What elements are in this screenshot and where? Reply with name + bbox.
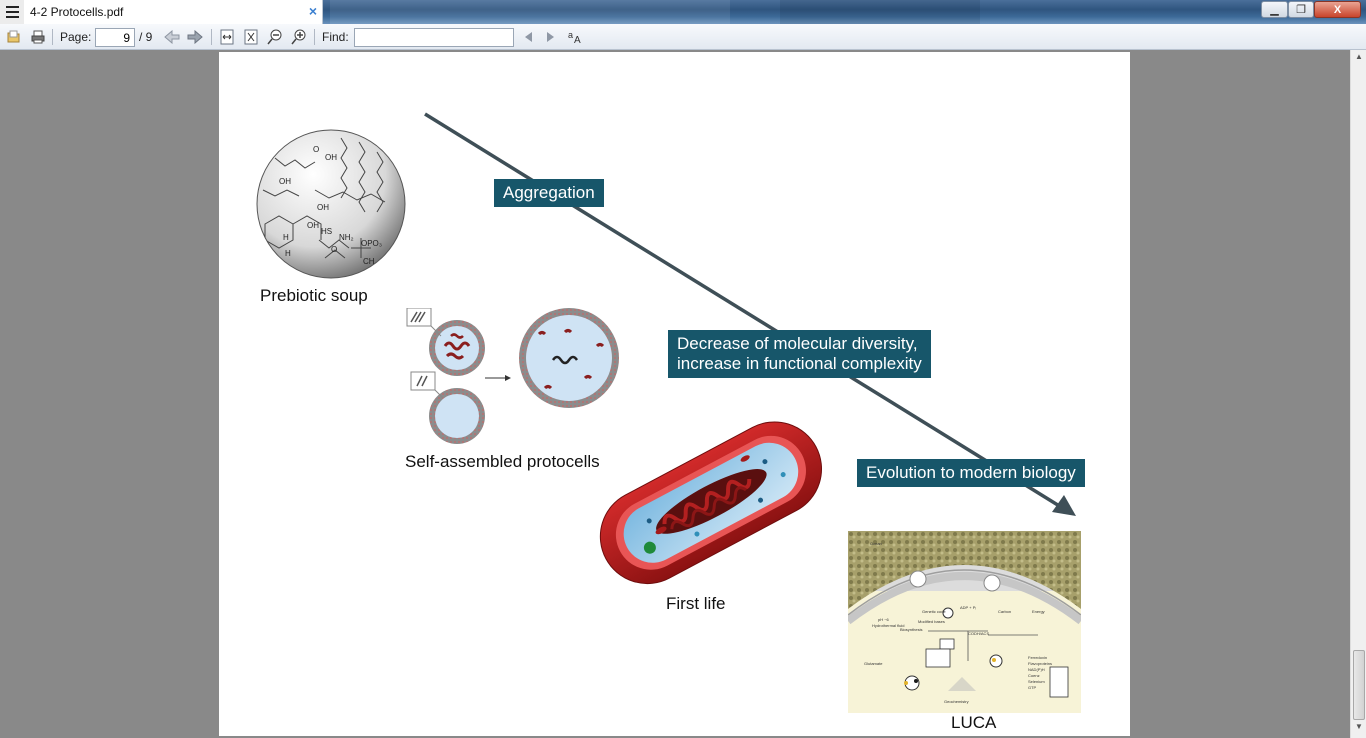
match-case-icon[interactable]: aA bbox=[566, 28, 584, 46]
callout-evolution-text: Evolution to modern biology bbox=[866, 463, 1076, 482]
scroll-up-icon[interactable]: ▲ bbox=[1351, 52, 1366, 66]
first-life-cell bbox=[599, 421, 823, 585]
svg-text:H: H bbox=[285, 249, 291, 258]
svg-text:A: A bbox=[574, 35, 581, 45]
svg-text:Coenz: Coenz bbox=[1028, 673, 1040, 678]
zoom-out-icon[interactable] bbox=[266, 28, 284, 46]
next-page-icon[interactable] bbox=[186, 28, 204, 46]
svg-text:pH ~6: pH ~6 bbox=[878, 617, 890, 622]
svg-text:Carbon: Carbon bbox=[998, 609, 1011, 614]
tab-title: 4-2 Protocells.pdf bbox=[30, 5, 124, 19]
scroll-down-icon[interactable]: ▼ bbox=[1351, 722, 1366, 736]
fit-width-icon[interactable] bbox=[218, 28, 236, 46]
svg-text:OH: OH bbox=[307, 221, 319, 230]
scroll-thumb[interactable] bbox=[1353, 650, 1365, 720]
luca-diagram: Ocean pH ~6 Hydrothermal fluid Genetic c… bbox=[848, 531, 1081, 713]
callout-diversity: Decrease of molecular diversity, increas… bbox=[668, 330, 931, 378]
callout-aggregation-text: Aggregation bbox=[503, 183, 595, 202]
print-icon[interactable] bbox=[28, 28, 48, 46]
callout-aggregation: Aggregation bbox=[494, 179, 604, 207]
zoom-in-icon[interactable] bbox=[290, 28, 308, 46]
minimize-button[interactable]: ▁ bbox=[1261, 1, 1288, 18]
svg-text:Flavoproteins: Flavoproteins bbox=[1028, 661, 1052, 666]
page-label: Page: bbox=[60, 30, 92, 44]
svg-text:GTP: GTP bbox=[1028, 685, 1037, 690]
svg-text:Glutamate: Glutamate bbox=[864, 661, 883, 666]
menu-icon[interactable] bbox=[0, 0, 24, 24]
find-next-icon[interactable] bbox=[543, 28, 559, 46]
svg-text:H: H bbox=[283, 233, 289, 242]
open-file-icon[interactable] bbox=[4, 28, 24, 46]
svg-text:O: O bbox=[313, 145, 319, 154]
callout-evolution: Evolution to modern biology bbox=[857, 459, 1085, 487]
prebiotic-soup-sphere: OH O OH OH OH HS NH₂ OPO₃ O CH H H bbox=[256, 129, 406, 279]
svg-text:OH: OH bbox=[279, 177, 291, 186]
find-label: Find: bbox=[322, 30, 349, 44]
close-window-button[interactable]: X bbox=[1314, 1, 1361, 18]
find-input[interactable] bbox=[354, 28, 514, 47]
svg-text:Ocean: Ocean bbox=[870, 541, 882, 546]
document-viewer[interactable]: OH O OH OH OH HS NH₂ OPO₃ O CH H H Prebi… bbox=[0, 50, 1350, 738]
fit-page-icon[interactable] bbox=[242, 28, 260, 46]
pdf-page: OH O OH OH OH HS NH₂ OPO₃ O CH H H Prebi… bbox=[219, 52, 1130, 736]
svg-text:Biosynthesis: Biosynthesis bbox=[900, 627, 922, 632]
svg-text:a: a bbox=[568, 30, 573, 40]
svg-text:ADP + Pᵢ: ADP + Pᵢ bbox=[960, 605, 976, 610]
svg-text:HS: HS bbox=[321, 227, 332, 236]
svg-text:NAD(P)H: NAD(P)H bbox=[1028, 667, 1045, 672]
svg-text:Genetic code: Genetic code bbox=[922, 609, 946, 614]
callout-diversity-line2: increase in functional complexity bbox=[677, 354, 922, 373]
svg-text:OPO₃: OPO₃ bbox=[361, 239, 382, 248]
caption-prebiotic-soup: Prebiotic soup bbox=[260, 286, 368, 305]
document-tab[interactable]: 4-2 Protocells.pdf × bbox=[24, 0, 323, 24]
svg-text:CODH/ACS: CODH/ACS bbox=[968, 631, 989, 636]
svg-text:Energy: Energy bbox=[1032, 609, 1045, 614]
page-total: / 9 bbox=[139, 30, 153, 44]
restore-button[interactable]: ❐ bbox=[1288, 1, 1314, 18]
caption-luca: LUCA bbox=[951, 713, 997, 732]
vertical-scrollbar[interactable]: ▲ ▼ bbox=[1350, 50, 1366, 738]
svg-text:CH: CH bbox=[363, 257, 375, 266]
caption-first-life: First life bbox=[666, 594, 726, 613]
svg-text:Ferredoxin: Ferredoxin bbox=[1028, 655, 1047, 660]
svg-text:Geochemistry: Geochemistry bbox=[944, 699, 969, 704]
close-tab-icon[interactable]: × bbox=[309, 3, 317, 19]
svg-text:O: O bbox=[331, 245, 337, 254]
find-prev-icon[interactable] bbox=[520, 28, 536, 46]
prev-page-icon[interactable] bbox=[163, 28, 181, 46]
svg-text:Modified bases: Modified bases bbox=[918, 619, 945, 624]
toolbar: Page: / 9 Find: aA bbox=[0, 24, 1366, 50]
title-bar: 4-2 Protocells.pdf × ▁ ❐ X bbox=[0, 0, 1366, 24]
svg-text:NH₂: NH₂ bbox=[339, 233, 354, 242]
page-number-input[interactable] bbox=[95, 28, 135, 47]
svg-text:Selenium: Selenium bbox=[1028, 679, 1045, 684]
svg-text:OH: OH bbox=[317, 203, 329, 212]
svg-text:OH: OH bbox=[325, 153, 337, 162]
caption-protocells: Self-assembled protocells bbox=[405, 452, 600, 471]
callout-diversity-line1: Decrease of molecular diversity, bbox=[677, 334, 918, 353]
